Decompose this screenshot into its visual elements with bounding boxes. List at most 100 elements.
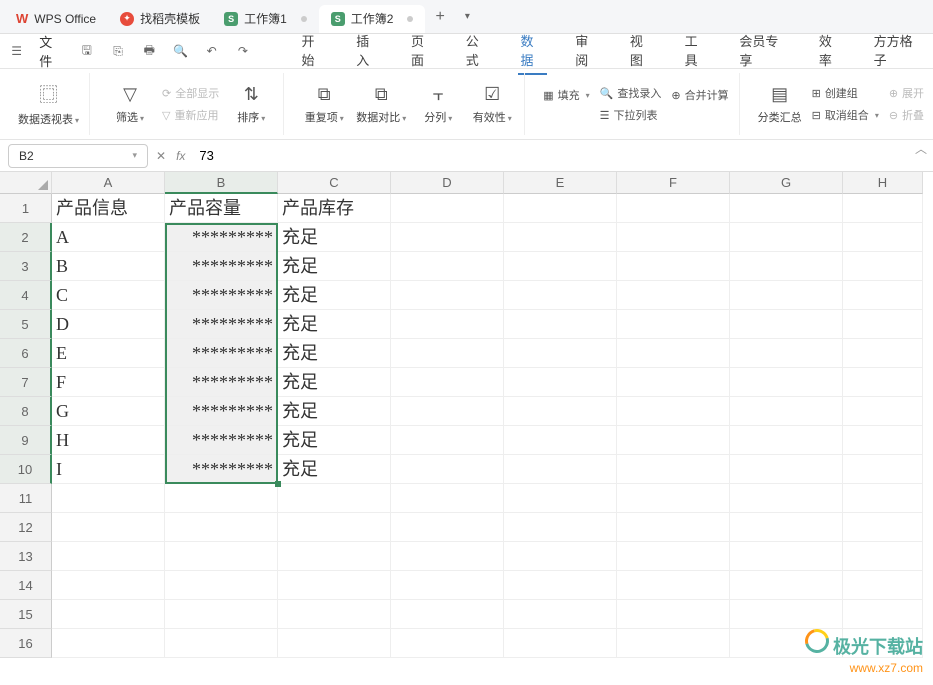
group-button[interactable]: ⊞ 创建组	[812, 85, 879, 101]
col-header-G[interactable]: G	[730, 172, 843, 194]
print-icon[interactable]: 🖶	[141, 42, 158, 60]
tab-templates[interactable]: ✦ 找稻壳模板	[108, 5, 212, 33]
cell[interactable]	[391, 223, 504, 252]
row-header[interactable]: 10	[0, 455, 52, 484]
cell[interactable]	[843, 542, 923, 571]
cell[interactable]	[52, 513, 165, 542]
row-header[interactable]: 7	[0, 368, 52, 397]
row-header[interactable]: 1	[0, 194, 52, 223]
cell[interactable]: *********	[165, 455, 278, 484]
row-header[interactable]: 16	[0, 629, 52, 658]
dropdown-list-button[interactable]: ☰ 下拉列表	[600, 107, 662, 123]
menu-ffgz[interactable]: 方方格子	[872, 27, 925, 75]
cell[interactable]	[504, 310, 617, 339]
cell[interactable]	[278, 600, 391, 629]
cell[interactable]	[730, 542, 843, 571]
cell[interactable]	[391, 455, 504, 484]
new-tab-button[interactable]: +	[425, 8, 454, 26]
cell[interactable]	[52, 629, 165, 658]
selection-handle[interactable]	[275, 481, 281, 487]
cell[interactable]: *********	[165, 426, 278, 455]
validity-button[interactable]: ☑ 有效性	[470, 84, 514, 125]
cell[interactable]	[391, 484, 504, 513]
cell[interactable]: D	[52, 310, 165, 339]
reapply-button[interactable]: ▽ 重新应用	[162, 107, 219, 123]
cell[interactable]: E	[52, 339, 165, 368]
cell[interactable]	[843, 455, 923, 484]
pivot-table-button[interactable]: ⿴ 数据透视表	[18, 81, 79, 127]
cell[interactable]	[504, 629, 617, 658]
row-header[interactable]: 2	[0, 223, 52, 252]
cell[interactable]	[617, 281, 730, 310]
cell[interactable]	[730, 600, 843, 629]
cell[interactable]	[843, 194, 923, 223]
menu-start[interactable]: 开始	[300, 27, 329, 75]
cell[interactable]	[843, 426, 923, 455]
cell[interactable]: *********	[165, 281, 278, 310]
cell[interactable]	[617, 397, 730, 426]
cell[interactable]: *********	[165, 223, 278, 252]
collapse-ribbon-icon[interactable]: ︿	[915, 140, 927, 157]
cell[interactable]: I	[52, 455, 165, 484]
cell[interactable]	[504, 339, 617, 368]
cell[interactable]	[391, 281, 504, 310]
cell[interactable]	[843, 223, 923, 252]
col-header-B[interactable]: B	[165, 172, 278, 194]
cell[interactable]	[504, 484, 617, 513]
cell[interactable]	[730, 455, 843, 484]
cell[interactable]	[843, 252, 923, 281]
menu-tools[interactable]: 工具	[683, 27, 712, 75]
preview-icon[interactable]: 🔍	[172, 42, 189, 60]
cell[interactable]	[391, 629, 504, 658]
cell[interactable]	[52, 542, 165, 571]
cell[interactable]	[391, 571, 504, 600]
cell[interactable]	[391, 339, 504, 368]
menu-efficiency[interactable]: 效率	[817, 27, 846, 75]
fx-icon[interactable]: fx	[176, 149, 185, 163]
row-header[interactable]: 12	[0, 513, 52, 542]
collapse-button[interactable]: ⊖ 折叠	[889, 107, 924, 123]
sort-button[interactable]: ⇅ 排序	[229, 84, 273, 125]
expand-button[interactable]: ⊕ 展开	[889, 85, 924, 101]
cell[interactable]: 产品库存	[278, 194, 391, 223]
find-input-button[interactable]: 🔍 查找录入	[600, 85, 662, 101]
cell[interactable]	[278, 513, 391, 542]
cell[interactable]	[730, 310, 843, 339]
cell[interactable]	[730, 513, 843, 542]
cell[interactable]: 充足	[278, 368, 391, 397]
cell[interactable]	[165, 542, 278, 571]
row-header[interactable]: 13	[0, 542, 52, 571]
hamburger-icon[interactable]: ☰	[8, 42, 25, 60]
menu-insert[interactable]: 插入	[354, 27, 383, 75]
cell[interactable]: *********	[165, 397, 278, 426]
fill-button[interactable]: ▦ 填充	[543, 87, 589, 103]
cell[interactable]: *********	[165, 339, 278, 368]
cell[interactable]: B	[52, 252, 165, 281]
cell[interactable]: *********	[165, 368, 278, 397]
cell[interactable]	[504, 194, 617, 223]
cell[interactable]	[391, 426, 504, 455]
cell[interactable]: *********	[165, 310, 278, 339]
cell[interactable]	[843, 484, 923, 513]
row-header[interactable]: 9	[0, 426, 52, 455]
cell[interactable]	[52, 600, 165, 629]
cell[interactable]	[278, 484, 391, 513]
row-header[interactable]: 6	[0, 339, 52, 368]
cell[interactable]: 产品容量	[165, 194, 278, 223]
row-header[interactable]: 15	[0, 600, 52, 629]
cell[interactable]	[52, 571, 165, 600]
cell[interactable]	[843, 600, 923, 629]
data-compare-button[interactable]: ⧉ 数据对比	[356, 84, 406, 125]
cell[interactable]	[730, 281, 843, 310]
show-all-button[interactable]: ⟳ 全部显示	[162, 85, 219, 101]
tab-wps[interactable]: W WPS Office	[4, 5, 108, 33]
cell[interactable]: G	[52, 397, 165, 426]
cell[interactable]	[504, 542, 617, 571]
cell[interactable]: *********	[165, 252, 278, 281]
cell[interactable]	[504, 600, 617, 629]
cell[interactable]	[278, 542, 391, 571]
cell[interactable]	[617, 426, 730, 455]
cell[interactable]	[617, 252, 730, 281]
cell[interactable]	[843, 513, 923, 542]
cell[interactable]: C	[52, 281, 165, 310]
